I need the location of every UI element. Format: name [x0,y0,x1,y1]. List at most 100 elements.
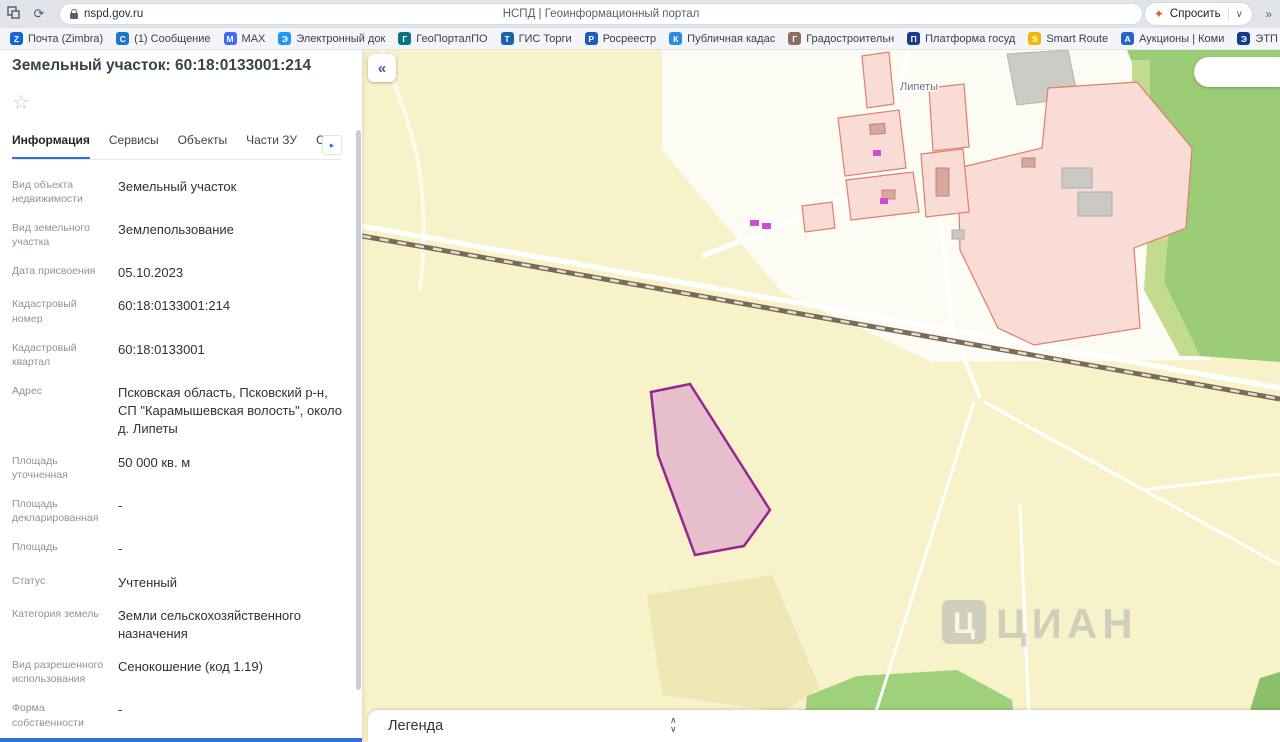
ask-button[interactable]: ✦ Спросить ∨ [1144,3,1252,25]
bookmark-label: (1) Сообщение [134,32,211,45]
bookmark-item[interactable]: Z Почта (Zimbra) [4,30,109,47]
field-label: Статус [12,574,46,587]
field-value: 05.10.2023 [118,265,184,281]
bookmark-item[interactable]: К Публичная кадас [663,30,781,47]
basemap: Липеты Ц ЦИАН [362,50,1280,742]
panel-bottom-accent [0,738,362,742]
legend-panel: Легенда ∧ ∨ [368,710,1280,742]
bookmark-item[interactable]: А Аукционы | Коми [1115,30,1230,47]
address-bar[interactable]: НСПД | Геоинформационный портал nspd.gov… [60,4,1142,24]
field-label: Форма собственности [12,702,84,729]
sparkle-icon: ✦ [1153,7,1164,21]
village-label: Липеты [900,81,938,93]
bookmark-label: ЭТП ГПБ Торги [1255,32,1280,45]
cian-watermark: Ц ЦИАН [942,600,1138,647]
field-value: Псковская область, Псковский р-н, СП "Ка… [118,385,342,437]
field-label: Площадь [12,541,58,554]
url-text: nspd.gov.ru [84,8,144,20]
sidebar-toggle-icon[interactable]: » [1265,7,1272,21]
bookmark-label: Аукционы | Коми [1139,32,1225,45]
field-label: Площадь уточненная [12,454,68,481]
field-row: Форма собственности - [12,694,342,737]
bookmark-label: Росреестр [602,32,657,45]
field-row: Вид объекта недвижимости Земельный участ… [12,170,342,213]
legend-title: Легенда [388,718,444,734]
bookmark-favicon: S [1028,32,1042,45]
favorite-star-icon[interactable]: ☆ [12,90,30,115]
field-label: Кадастровый номер [12,298,77,325]
panel-scrollbar[interactable] [356,130,361,690]
field-row: Статус Учтенный [12,566,342,599]
map-search-box[interactable] [1194,57,1280,87]
tabs-scroll-right-button[interactable]: ▸ [322,135,342,155]
field-row: Площадь уточненная 50 000 кв. м [12,446,342,489]
browser-toolbar: ⟳ НСПД | Геоинформационный портал nspd.g… [0,0,1280,28]
bookmark-item[interactable]: Э Электронный док [272,30,391,47]
tab-panel-icon[interactable] [0,6,26,22]
collapse-panel-button[interactable]: « [368,54,396,82]
field-row: Кадастровый квартал 60:18:0133001 [12,333,342,376]
field-label: Дата присвоения [12,265,96,278]
page-title: НСПД | Геоинформационный портал [502,8,700,20]
bookmark-favicon: Р [584,32,598,45]
bookmark-item[interactable]: S Smart Route [1022,30,1114,47]
field-value: 60:18:0133001 [118,341,205,357]
field-row: Вид разрешенного использования Сенокошен… [12,651,342,694]
lock-icon [70,8,78,19]
bookmarks-bar: Z Почта (Zimbra) С (1) Сообщение M MAX Э… [0,28,1280,50]
tab[interactable]: Сервисы [109,133,159,159]
field-value: Землепользование [118,221,234,237]
field-value: Земельный участок [118,178,237,194]
bookmark-item[interactable]: Т ГИС Торги [495,30,578,47]
field-label: Вид разрешенного использования [12,659,104,686]
field-label: Площадь декларированная [12,497,99,525]
bookmark-item[interactable]: Р Росреестр [579,30,662,47]
reload-icon[interactable]: ⟳ [26,6,52,22]
bookmark-favicon: П [907,32,921,45]
legend-toggle-button[interactable]: ∧ ∨ [666,712,681,738]
field-label: Вид земельного участка [12,221,90,249]
bookmark-label: Электронный док [296,32,386,45]
bookmark-item[interactable]: П Платформа госуд [901,30,1021,47]
field-value: Сенокошение (код 1.19) [118,659,263,675]
field-row: Адрес Псковская область, Псковский р-н, … [12,377,342,447]
bookmark-item[interactable]: Э ЭТП ГПБ Торги [1231,30,1280,47]
bookmark-favicon: А [1121,32,1135,45]
tabs-row: Информация Сервисы Объекты Части ЗУ Сост… [12,133,342,160]
field-value: - [118,541,123,557]
field-row: Категория земель Земли сельскохозяйствен… [12,599,342,650]
bookmark-label: MAX [241,32,266,45]
bookmark-favicon: Э [1237,32,1251,45]
field-row: Площадь - [12,533,342,566]
ask-label: Спросить [1169,8,1221,20]
field-value: - [118,702,123,718]
parcel-info-panel: Земельный участок: 60:18:0133001:214 ☆ И… [0,50,362,742]
site-url-group: nspd.gov.ru [70,8,143,20]
tab[interactable]: Информация [12,133,90,159]
bookmark-label: Публичная кадас [687,32,776,45]
bookmark-favicon: Э [278,32,292,45]
tab[interactable]: Части ЗУ [246,133,297,159]
map-area[interactable]: Липеты Ц ЦИАН « Легенда ∧ ∨ [362,50,1280,742]
bookmark-favicon: M [223,32,237,45]
bookmark-favicon: К [669,32,683,45]
field-label: Вид объекта недвижимости [12,178,83,205]
tabs: Информация Сервисы Объекты Части ЗУ Сост… [12,133,342,159]
bookmark-item[interactable]: Г Градостроительн [782,30,900,47]
squares-icon [6,6,20,19]
bookmark-favicon: Г [788,32,802,45]
field-value: 50 000 кв. м [118,454,191,470]
bookmark-label: Платформа госуд [925,32,1016,45]
tab[interactable]: Объекты [178,133,228,159]
bookmark-item[interactable]: С (1) Сообщение [110,30,216,47]
bookmark-item[interactable]: M MAX [218,30,272,47]
bookmark-favicon: Т [500,32,514,45]
field-value: 60:18:0133001:214 [118,298,231,314]
field-label: Адрес [12,385,43,398]
bookmark-item[interactable]: Г ГеоПорталПО [392,30,493,47]
bookmark-favicon: Г [398,32,412,45]
field-row: Вид земельного участка Землепользование [12,213,342,256]
bookmark-label: Почта (Zimbra) [28,32,104,45]
watermark-text: ЦИАН [996,600,1138,647]
bookmark-label: ГИС Торги [518,32,572,45]
